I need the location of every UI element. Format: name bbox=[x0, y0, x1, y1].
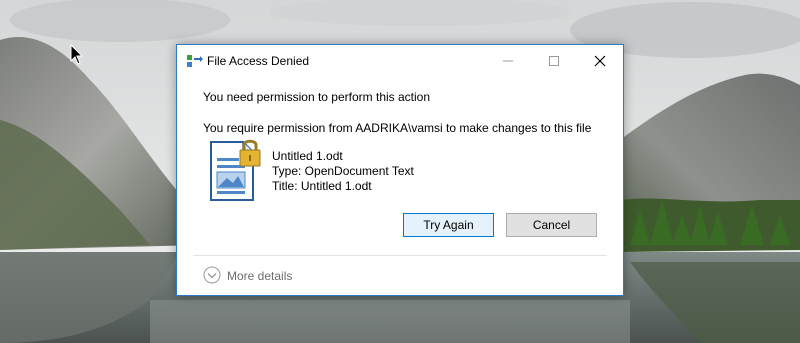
minimize-button[interactable] bbox=[485, 45, 531, 76]
chevron-down-icon bbox=[203, 266, 221, 284]
close-button[interactable] bbox=[577, 45, 623, 76]
minimize-icon bbox=[503, 60, 513, 62]
permission-message: You require permission from AADRIKA\vams… bbox=[203, 121, 592, 135]
locked-document-icon bbox=[210, 139, 261, 201]
more-details-label: More details bbox=[227, 269, 293, 283]
maximize-button[interactable] bbox=[531, 45, 577, 76]
dialog-title: File Access Denied bbox=[207, 54, 310, 68]
file-details: Untitled 1.odt Type: OpenDocument Text T… bbox=[272, 149, 414, 194]
divider bbox=[193, 255, 607, 256]
file-name: Untitled 1.odt bbox=[272, 149, 343, 163]
file-title: Title: Untitled 1.odt bbox=[272, 179, 372, 193]
file-access-denied-dialog: File Access Denied You need permission t… bbox=[176, 44, 624, 296]
close-icon bbox=[594, 55, 606, 67]
maximize-icon bbox=[549, 56, 559, 66]
file-transfer-icon bbox=[187, 55, 203, 67]
mouse-cursor bbox=[70, 44, 84, 65]
dialog-heading: You need permission to perform this acti… bbox=[203, 90, 431, 104]
file-type: Type: OpenDocument Text bbox=[272, 164, 414, 178]
cancel-button[interactable]: Cancel bbox=[506, 213, 597, 237]
try-again-button[interactable]: Try Again bbox=[403, 213, 494, 237]
title-bar[interactable]: File Access Denied bbox=[177, 45, 623, 76]
